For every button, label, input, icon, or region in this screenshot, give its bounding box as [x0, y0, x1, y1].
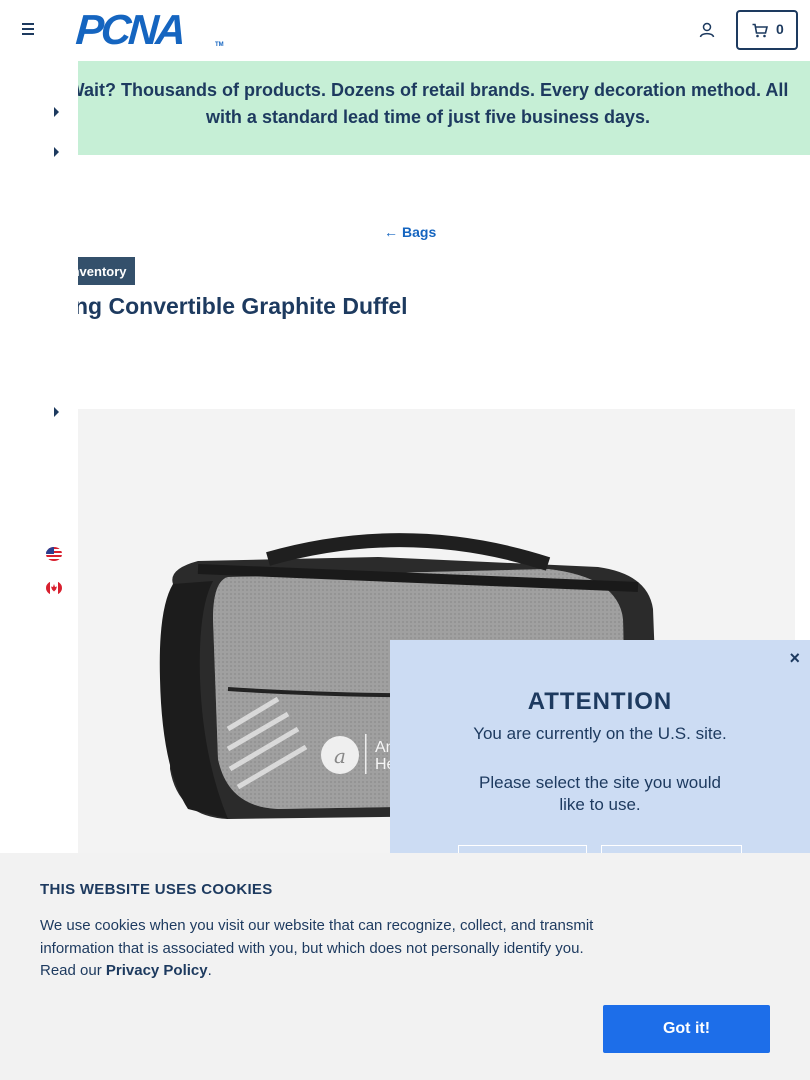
cookie-banner: THIS WEBSITE USES COOKIES We use cookies… — [0, 853, 810, 1080]
svg-text:a: a — [334, 744, 346, 768]
accept-cookies-button[interactable]: Got it! — [603, 1005, 770, 1053]
modal-title: ATTENTION — [527, 688, 673, 715]
logo-trademark: TM — [215, 42, 224, 48]
site-select-modal: × ATTENTION You are currently on the U.S… — [390, 640, 810, 881]
nav-expand-caret-icon[interactable] — [54, 407, 59, 417]
canada-flag-icon[interactable] — [46, 581, 62, 595]
promo-banner: Wait? Thousands of products. Dozens of r… — [68, 61, 810, 155]
cookie-text: We use cookies when you visit our websit… — [40, 915, 610, 983]
product-title-text: ng Convertible Graphite Duffel — [74, 293, 408, 319]
privacy-policy-link[interactable]: Privacy Policy — [106, 962, 208, 979]
site-header: PCNA TM 0 — [0, 0, 810, 61]
pcna-logo[interactable]: PCNA — [74, 6, 184, 53]
cookie-period: . — [207, 962, 212, 979]
cart-count: 0 — [776, 21, 784, 37]
cart-icon — [752, 23, 768, 38]
nav-expand-caret-icon[interactable] — [54, 107, 59, 117]
product-title: ng Convertible Graphite Duffel — [74, 293, 408, 320]
modal-message: You are currently on the U.S. site. — [473, 724, 727, 743]
back-to-bags-link[interactable]: ← Bags — [384, 224, 436, 240]
arrow-left-icon: ← — [384, 224, 398, 240]
us-flag-icon[interactable] — [46, 547, 62, 561]
back-link-label: Bags — [402, 224, 437, 240]
close-icon[interactable]: × — [789, 648, 800, 669]
cookie-title: THIS WEBSITE USES COOKIES — [40, 881, 273, 898]
page: PCNA TM 0 Wait? Thousands of products. D… — [0, 0, 810, 1080]
nav-expand-caret-icon[interactable] — [54, 147, 59, 157]
account-icon[interactable] — [698, 21, 716, 39]
hamburger-menu-icon[interactable] — [18, 20, 38, 40]
cart-button[interactable]: 0 — [736, 10, 798, 50]
promo-banner-text: Wait? Thousands of products. Dozens of r… — [67, 80, 789, 127]
modal-prompt: Please select the site you would like to… — [479, 773, 721, 814]
